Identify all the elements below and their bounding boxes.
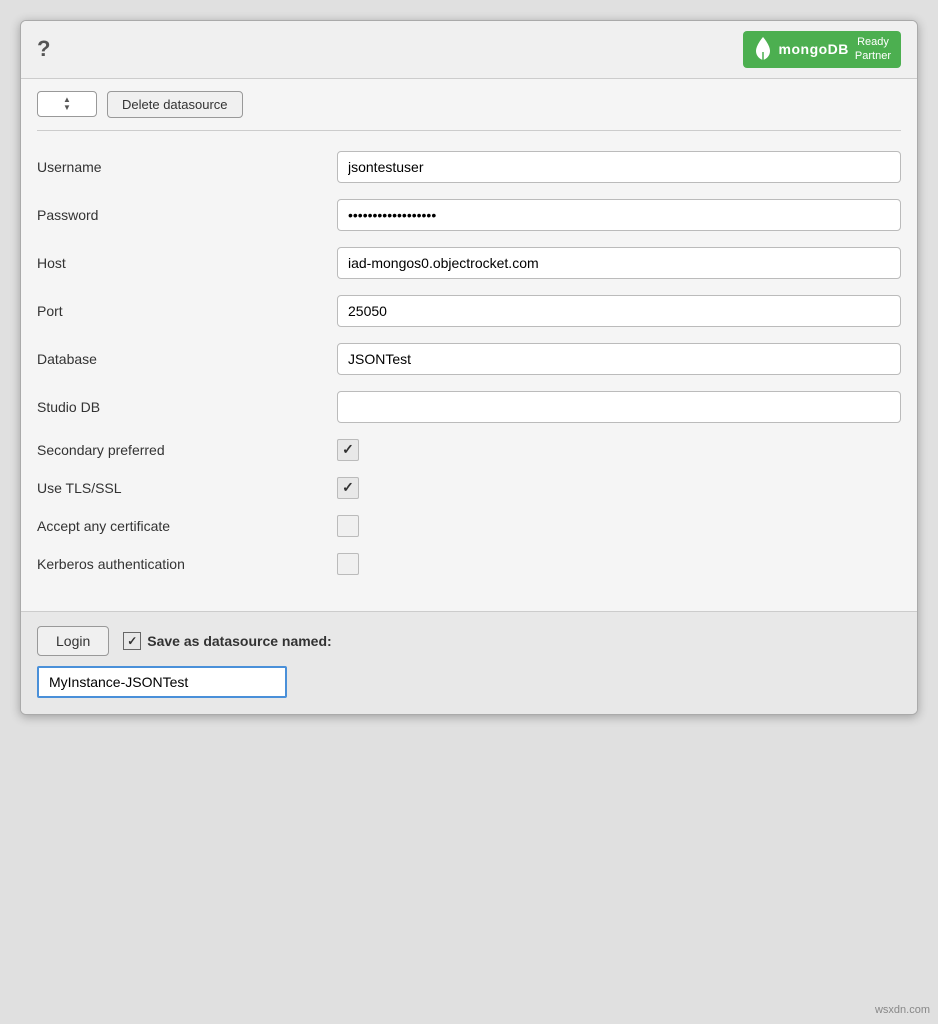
save-as-label: Save as datasource named: [147,633,331,649]
secondary-preferred-checkbox[interactable] [337,439,359,461]
title-bar: ? mongoDB Ready Partner [21,21,917,79]
mongodb-name-text: mongoDB [779,41,849,57]
main-window: ? mongoDB Ready Partner ▲ ▼ Delete datas… [20,20,918,715]
database-label: Database [37,351,337,367]
password-label: Password [37,207,337,223]
accept-cert-checkbox-container [337,515,359,537]
use-tls-checkbox[interactable] [337,477,359,499]
datasource-name-row [37,666,901,698]
login-button[interactable]: Login [37,626,109,656]
port-label: Port [37,303,337,319]
host-input[interactable] [337,247,901,279]
username-input[interactable] [337,151,901,183]
password-row: Password [37,199,901,231]
port-input[interactable] [337,295,901,327]
save-label-area: ✓ Save as datasource named: [123,632,331,650]
watermark: wsxdn.com [875,1004,930,1016]
ready-partner-text: Ready Partner [855,35,891,64]
accept-cert-label: Accept any certificate [37,518,337,534]
username-row: Username [37,151,901,183]
kerberos-checkbox-container [337,553,359,575]
form-area: Username Password Host Port Database Stu… [21,131,917,611]
studio-db-label: Studio DB [37,399,337,415]
accept-cert-checkbox[interactable] [337,515,359,537]
database-input[interactable] [337,343,901,375]
host-label: Host [37,255,337,271]
studio-db-row: Studio DB [37,391,901,423]
kerberos-label: Kerberos authentication [37,556,337,572]
save-checkbox-icon[interactable]: ✓ [123,632,141,650]
datasource-selector[interactable]: ▲ ▼ [37,91,97,117]
kerberos-checkbox[interactable] [337,553,359,575]
database-row: Database [37,343,901,375]
help-icon[interactable]: ? [37,36,50,62]
select-arrows-icon: ▲ ▼ [63,96,71,112]
username-label: Username [37,159,337,175]
delete-datasource-button[interactable]: Delete datasource [107,91,243,118]
use-tls-row: Use TLS/SSL [37,477,901,499]
toolbar: ▲ ▼ Delete datasource [21,79,917,130]
studio-db-input[interactable] [337,391,901,423]
kerberos-row: Kerberos authentication [37,553,901,575]
datasource-name-input[interactable] [37,666,287,698]
port-row: Port [37,295,901,327]
use-tls-checkbox-container [337,477,359,499]
footer-row1: Login ✓ Save as datasource named: [37,626,901,656]
footer: Login ✓ Save as datasource named: [21,611,917,714]
host-row: Host [37,247,901,279]
secondary-preferred-row: Secondary preferred [37,439,901,461]
mongodb-badge: mongoDB Ready Partner [743,31,901,68]
use-tls-label: Use TLS/SSL [37,480,337,496]
secondary-preferred-checkbox-container [337,439,359,461]
password-input[interactable] [337,199,901,231]
accept-cert-row: Accept any certificate [37,515,901,537]
mongodb-leaf-icon [753,37,773,61]
secondary-preferred-label: Secondary preferred [37,442,337,458]
